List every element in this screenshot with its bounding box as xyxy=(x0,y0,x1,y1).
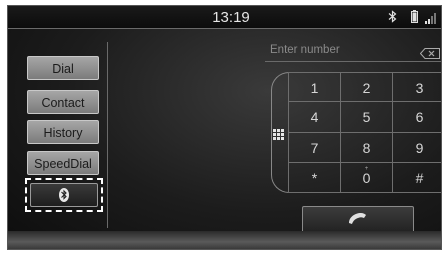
phone-handset-icon xyxy=(349,213,366,224)
key-8[interactable]: 8 xyxy=(340,132,392,163)
battery-icon xyxy=(411,10,418,28)
sidebar-item-speeddial[interactable]: SpeedDial xyxy=(27,151,99,175)
clock: 13:19 xyxy=(212,9,250,26)
key-1[interactable]: 1 xyxy=(288,72,340,103)
key-4[interactable]: 4 xyxy=(288,102,340,133)
signal-icon xyxy=(425,11,437,29)
keypad: 1 2 3 4 5 6 7 8 9 * + 0 # xyxy=(288,72,441,193)
key-0-sub: + xyxy=(364,165,369,172)
sidebar-item-dial[interactable]: Dial xyxy=(27,56,99,80)
bottom-bar xyxy=(8,231,441,249)
backspace-icon[interactable] xyxy=(419,46,440,64)
key-3[interactable]: 3 xyxy=(392,72,441,103)
key-5[interactable]: 5 xyxy=(340,102,392,133)
key-2[interactable]: 2 xyxy=(340,72,392,103)
number-input[interactable]: Enter number xyxy=(270,44,400,60)
sidebar-item-history[interactable]: History xyxy=(27,120,99,144)
key-6[interactable]: 6 xyxy=(392,102,441,133)
key-7[interactable]: 7 xyxy=(288,132,340,163)
key-9[interactable]: 9 xyxy=(392,132,441,163)
sidebar-item-contact[interactable]: Contact xyxy=(27,90,99,114)
key-0-label: 0 xyxy=(362,169,371,186)
key-star[interactable]: * xyxy=(288,162,340,193)
bluetooth-icon xyxy=(59,188,69,202)
sidebar-divider xyxy=(107,42,108,228)
number-input-underline xyxy=(265,61,441,62)
key-0[interactable]: + 0 xyxy=(340,162,392,193)
key-hash[interactable]: # xyxy=(392,162,441,193)
bluetooth-icon xyxy=(388,10,397,28)
call-button[interactable] xyxy=(302,206,414,233)
phone-screen: 13:19 Dial Contact History SpeedDial Ent… xyxy=(7,5,442,250)
sidebar-item-bluetooth[interactable] xyxy=(30,183,98,207)
keypad-grid-icon[interactable] xyxy=(273,127,284,145)
status-bar: 13:19 xyxy=(8,6,441,29)
sidebar-item-bluetooth-focus xyxy=(25,178,103,212)
